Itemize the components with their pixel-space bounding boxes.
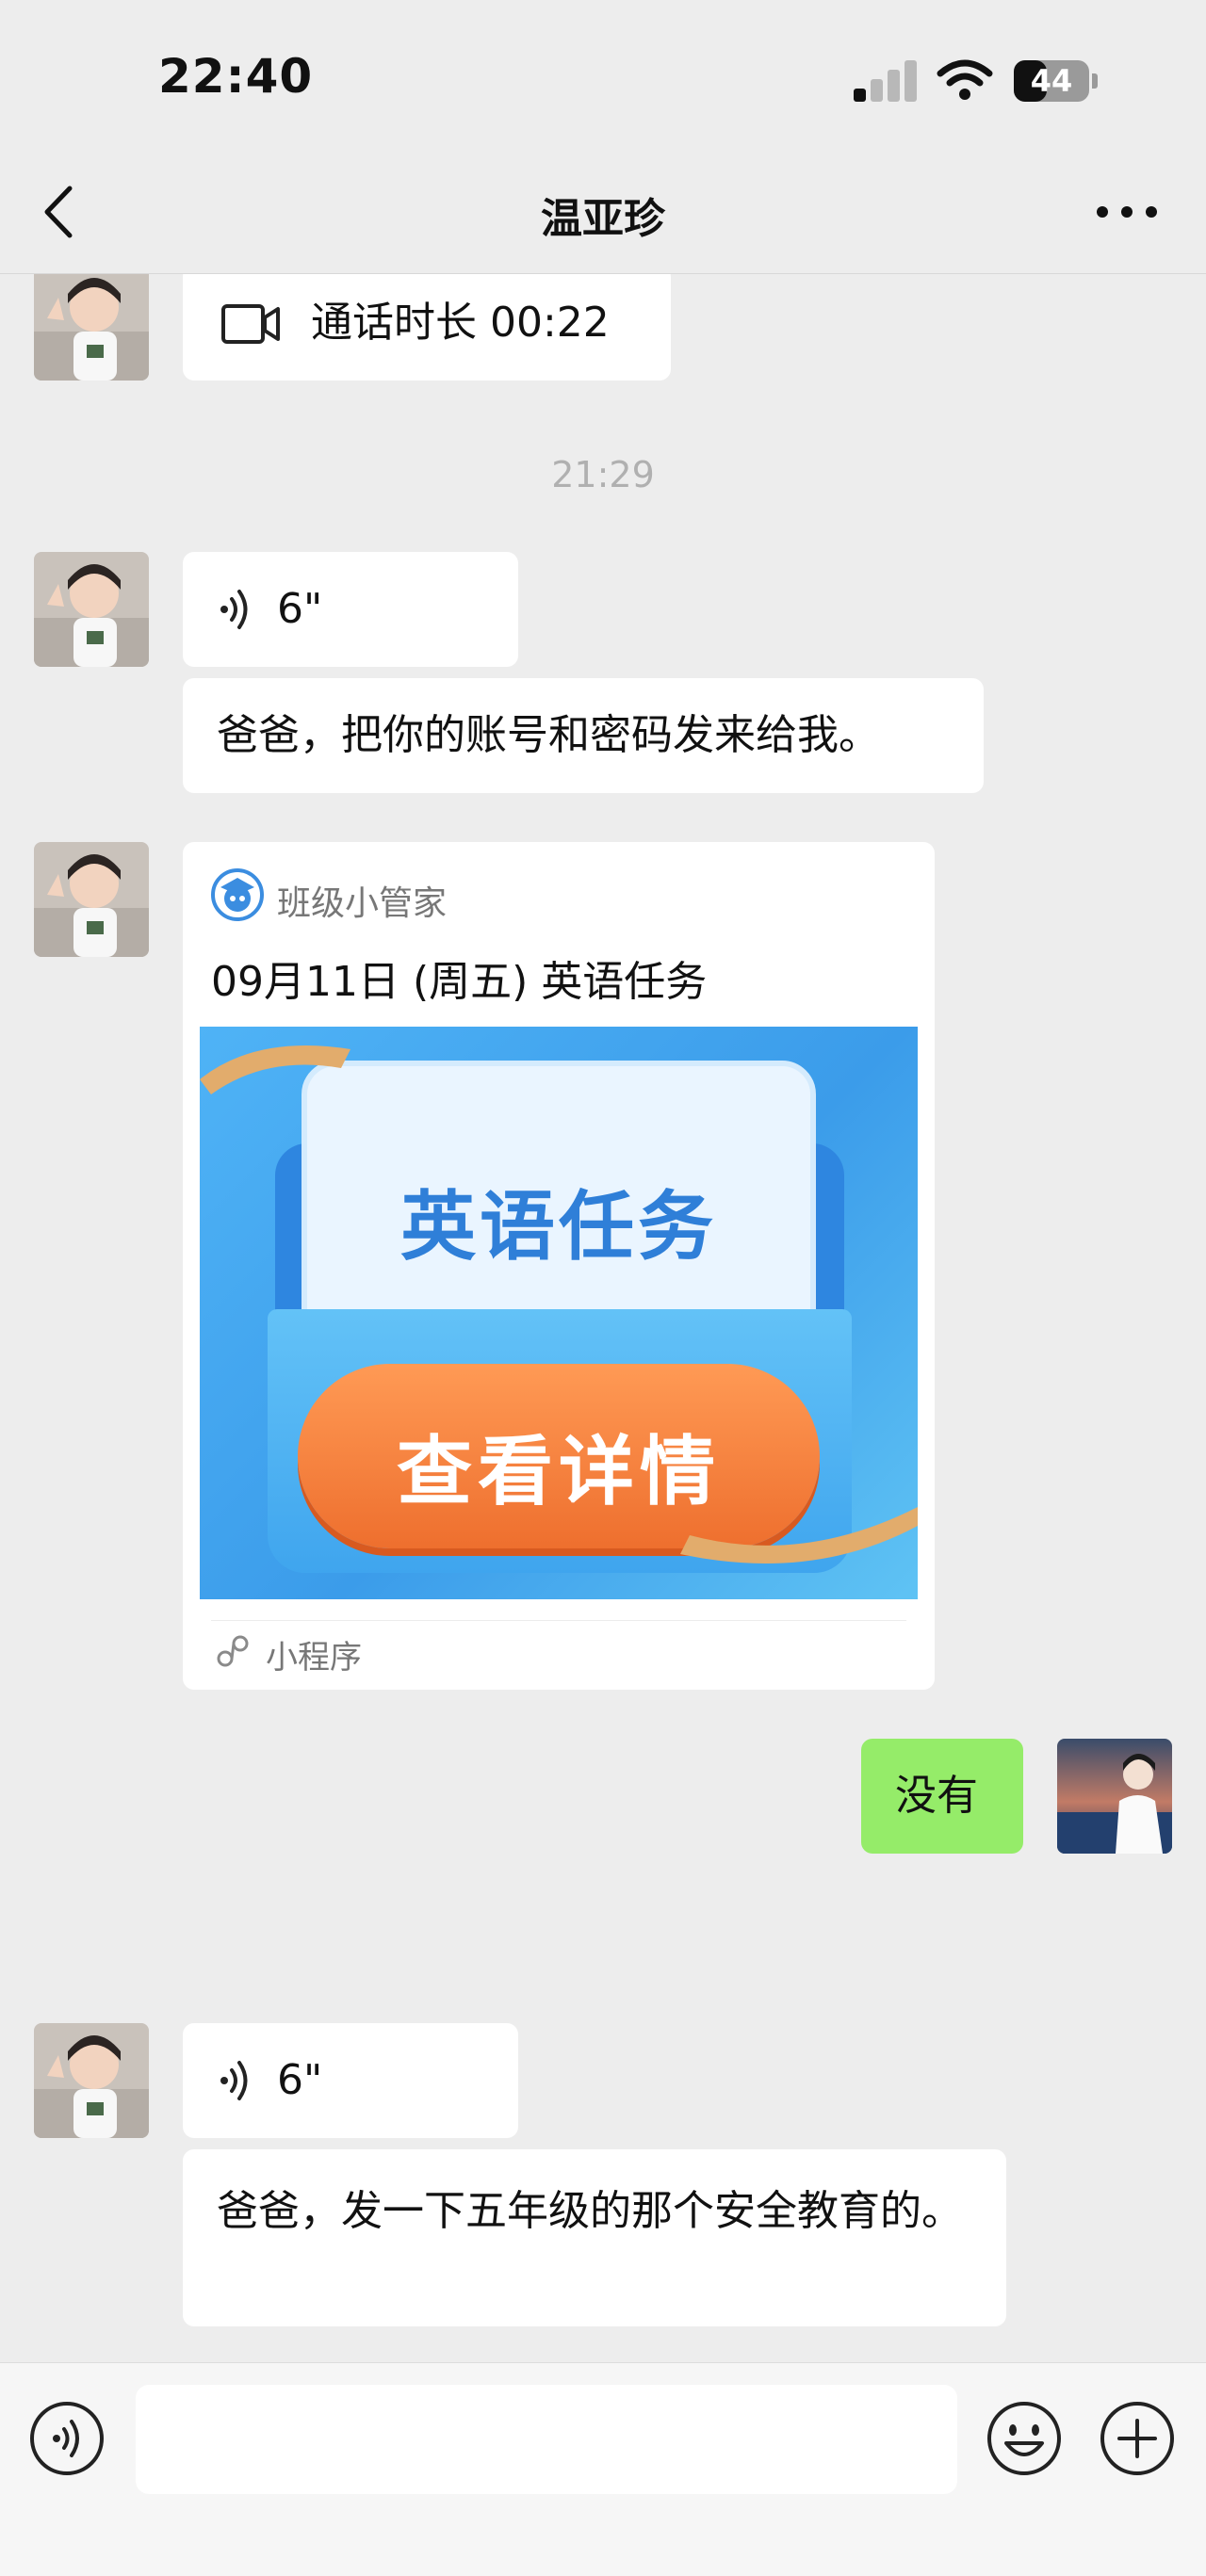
my-avatar[interactable] (1057, 1739, 1172, 1854)
mini-program-footer-label: 小程序 (266, 1639, 362, 1677)
status-time-overlay: 22:40 (158, 49, 314, 104)
message-input[interactable] (136, 2385, 957, 2494)
my-message-bubble[interactable]: 没有 (861, 1739, 1023, 1854)
mini-program-app-name: 班级小管家 (277, 884, 448, 923)
voice-message-bubble[interactable]: 6" (183, 2023, 518, 2138)
message-text: 爸爸，把你的账号和密码发来给我。 (217, 711, 880, 759)
voice-duration: 6" (277, 2056, 323, 2104)
banner-ribbon-decoration (200, 1045, 918, 1563)
voice-wave-icon (220, 2061, 248, 2100)
text-message-bubble[interactable]: 爸爸，把你的账号和密码发来给我。 (183, 678, 984, 793)
wifi-icon-overlay (937, 59, 993, 100)
contact-avatar[interactable] (34, 266, 149, 381)
more-functions-button[interactable] (1099, 2400, 1176, 2477)
contact-avatar[interactable] (34, 842, 149, 957)
contact-avatar[interactable] (34, 552, 149, 667)
voice-message-bubble[interactable]: 6" (183, 552, 518, 667)
call-record-bubble[interactable]: 通话时长 00:22 (183, 266, 671, 381)
english-task-banner[interactable]: 英语任务 查看详情 (200, 1027, 918, 1599)
text-message-bubble[interactable]: 爸爸，发一下五年级的那个安全教育的。 (183, 2149, 1006, 2326)
contact-avatar[interactable] (34, 2023, 149, 2138)
message-text: 爸爸，发一下五年级的那个安全教育的。 (217, 2187, 963, 2235)
voice-wave-icon (220, 590, 248, 629)
more-options-button-overlay[interactable] (1089, 188, 1165, 235)
mini-program-card[interactable]: 班级小管家 09月11日 (周五) 英语任务 英语任务 查看详情 小程序 (183, 842, 935, 1690)
mini-program-title: 09月11日 (周五) 英语任务 (211, 958, 708, 1006)
battery-icon-overlay: 44 (1014, 60, 1089, 102)
battery-cap-overlay (1092, 73, 1098, 89)
emoji-button[interactable] (986, 2400, 1063, 2477)
battery-percent-overlay: 44 (1030, 63, 1073, 99)
voice-input-button[interactable] (28, 2400, 106, 2477)
voice-duration: 6" (277, 585, 323, 633)
call-duration-text: 通话时长 00:22 (311, 299, 610, 347)
message-timestamp: 21:29 (551, 454, 655, 495)
chat-title-overlay: 温亚珍 (541, 195, 665, 243)
my-message-text: 没有 (895, 1772, 978, 1820)
video-call-icon (221, 304, 280, 344)
mini-program-divider (211, 1620, 906, 1621)
class-manager-logo-icon (211, 868, 264, 921)
cellular-signal-icon-overlay (854, 60, 917, 102)
mini-program-link-icon (217, 1635, 249, 1667)
